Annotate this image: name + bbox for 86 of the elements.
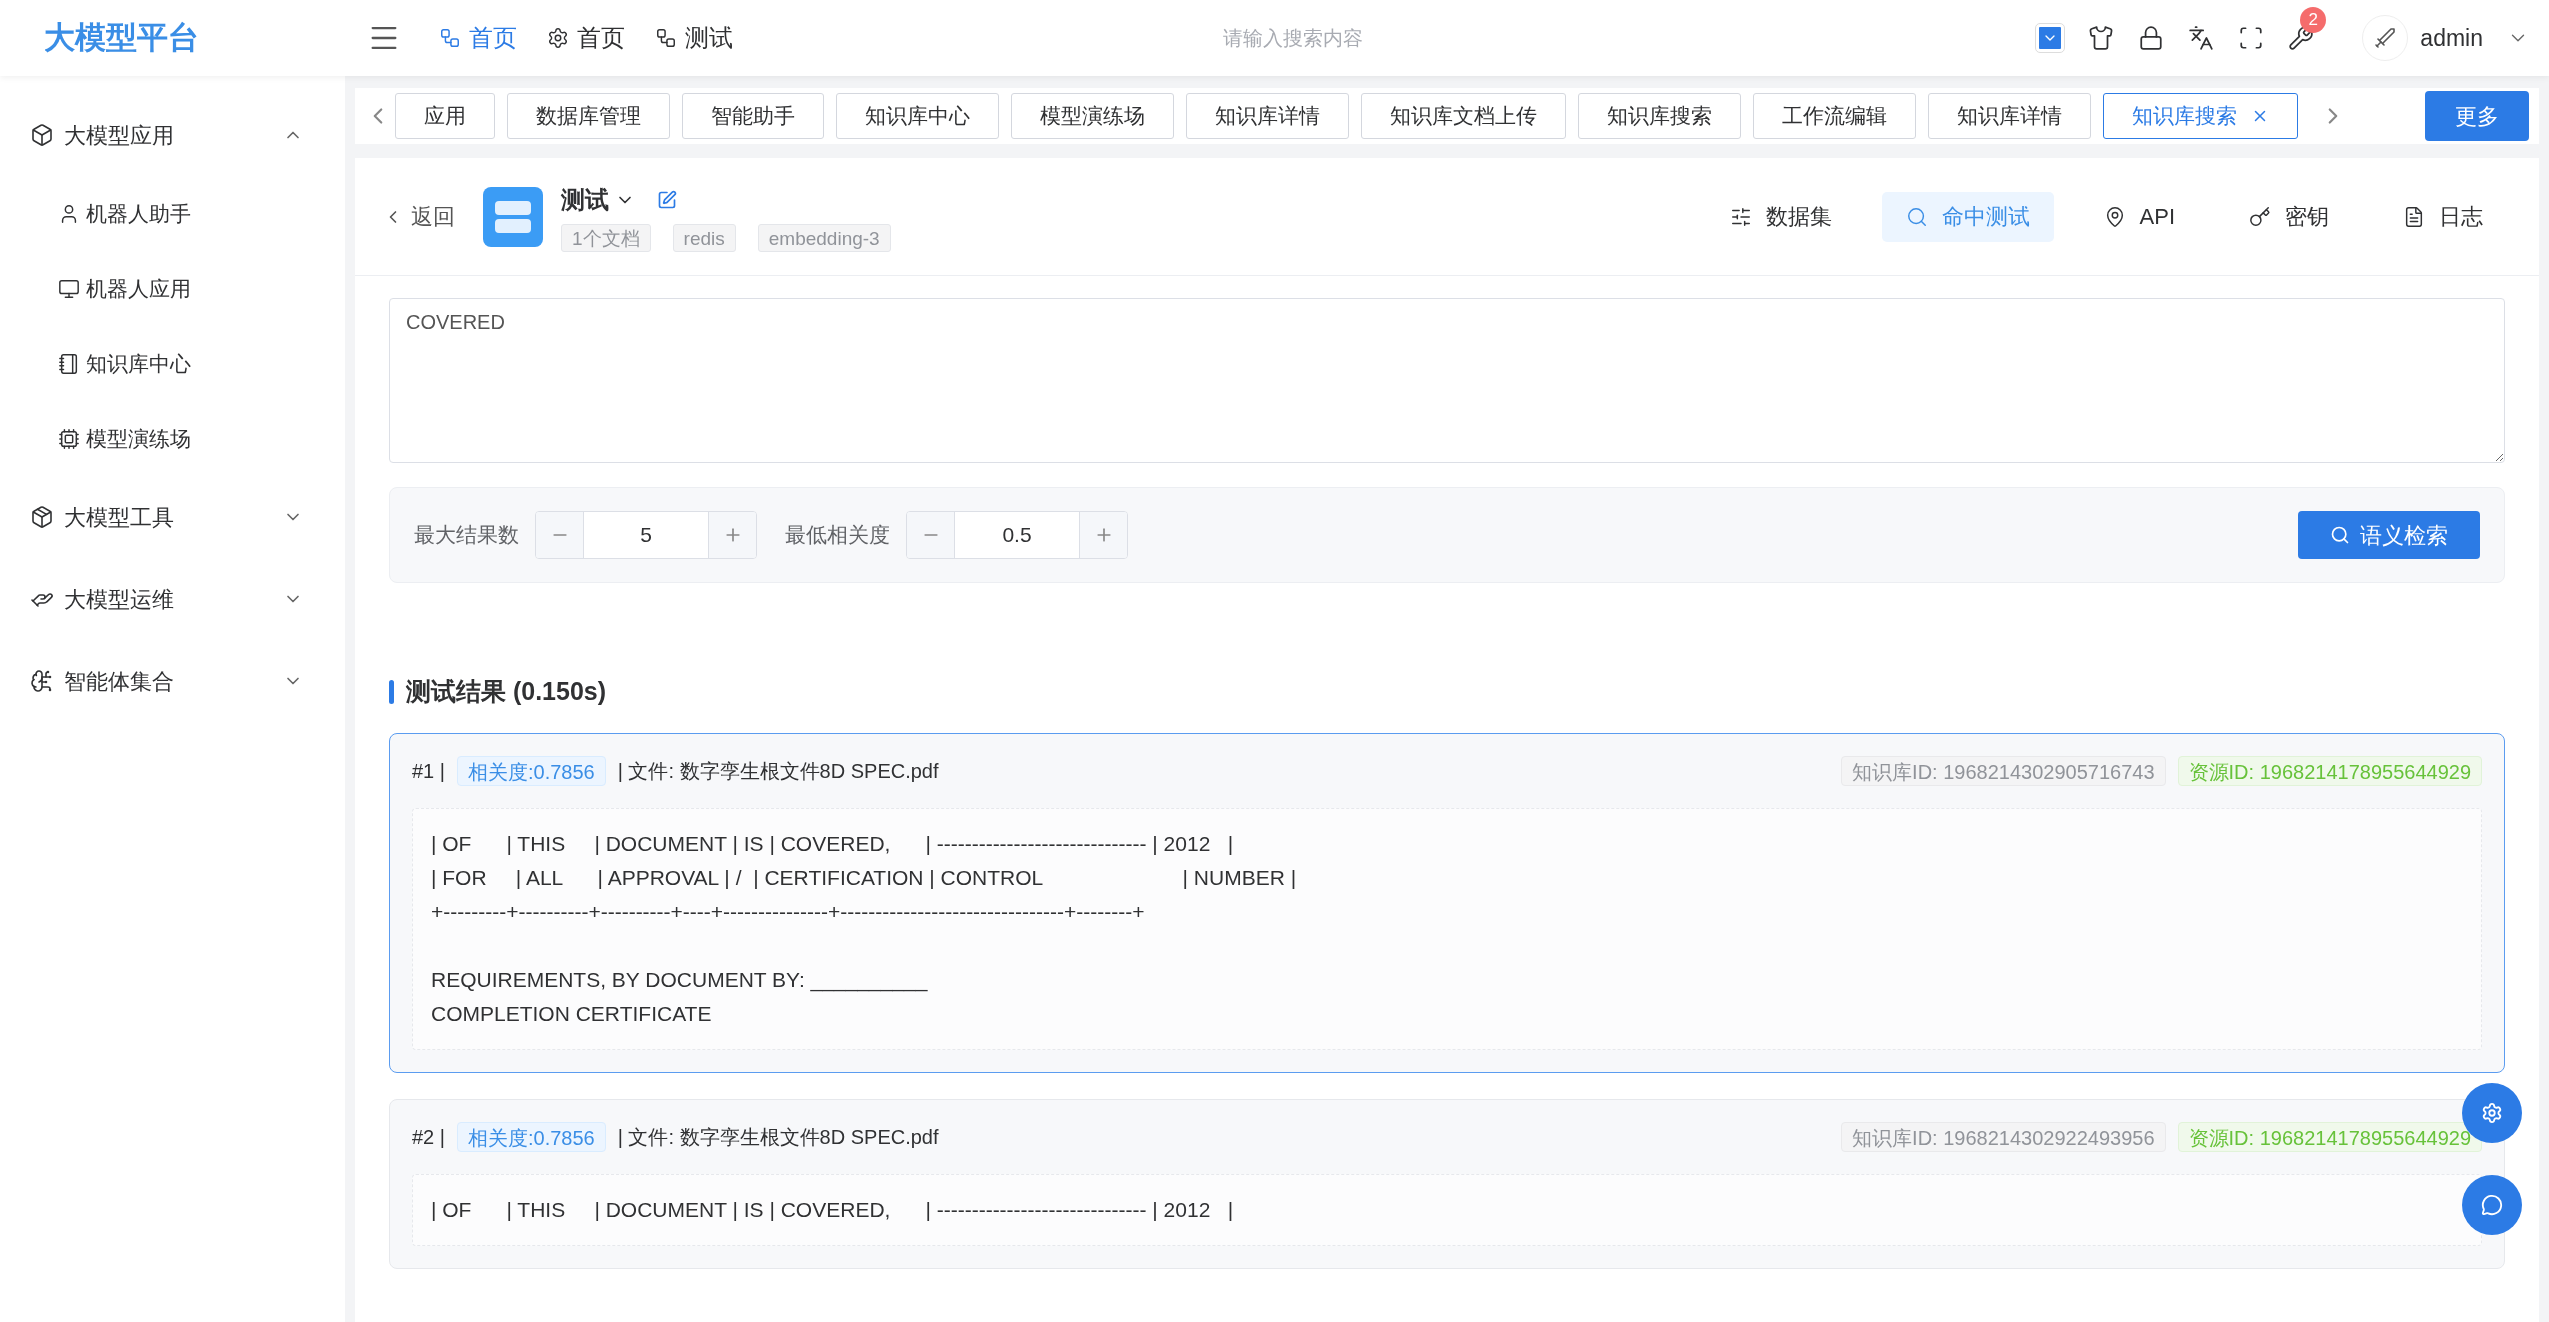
resource-id: 资源ID: 1968214178955644929 [2177,755,2482,786]
query-textarea[interactable]: COVERED [389,298,2505,463]
page-tab[interactable]: 工作流编辑 [1753,93,1916,139]
page-tab[interactable]: 应用 [395,93,495,139]
page-tab[interactable]: 知识库文档上传 [1361,93,1566,139]
view-tab[interactable]: 日志 [2379,191,2507,242]
shirt-icon[interactable] [2088,25,2115,51]
fullscreen-icon[interactable] [2238,25,2265,51]
sidebar-item[interactable]: 知识库中心 [0,326,345,401]
content-line: | OF | THIS | DOCUMENT | IS | COVERED, | ------------------------------ | 2012 | [431,830,1234,857]
sidebar-group[interactable]: 大模型应用 [0,94,345,176]
key-icon [2249,205,2271,228]
more-button[interactable]: 更多 [2425,91,2529,141]
page-tab[interactable]: 智能助手 [682,93,824,139]
result-card[interactable]: #2 | 相关度:0.7856 | 文件: 数字孪生根文件8D SPEC.pdf 知识库ID: 1968214302922493956 资源ID: 1968214178955644929 | OF | THIS | DOCUMENT | IS | COVERED, | ------------------------------ | 2012 | [389,1098,2505,1269]
result-card[interactable] [389,732,2505,1073]
page-tab[interactable]: 知识库详情 [1186,93,1349,139]
search-icon [2330,525,2350,545]
page-tab[interactable]: 知识库详情 [1928,93,2091,139]
back-link[interactable]: 返回 [383,200,455,233]
page-tab[interactable]: 知识库中心 [836,93,999,139]
number-stepper[interactable]: 0.5 [906,511,1128,559]
dataset-tag: 1个文档 [561,223,651,252]
chat-icon [2481,1194,2503,1216]
page-tab[interactable]: 知识库搜索 [1578,93,1741,139]
edit-icon[interactable] [657,189,677,210]
search-field[interactable]: 请输入搜索内容 [1033,23,1553,53]
content-line: COMPLETION CERTIFICATE [431,1000,712,1027]
flow-icon [655,27,677,49]
sidebar-item[interactable]: 模型演练场 [0,401,345,476]
notebook-icon [58,352,80,375]
sidebar-group[interactable]: 大模型工具 [0,476,345,558]
user-name[interactable]: admin [2420,20,2483,56]
flow-icon [439,27,461,49]
view-tab[interactable]: API [2079,191,2199,242]
result-index: #2 | [412,1124,445,1150]
content-line: REQUIREMENTS, BY DOCUMENT BY: __________ [431,966,928,994]
param-label: 最低相关度 [785,522,890,549]
results-title: 测试结果 (0.150s) [406,676,607,707]
app-title: 大模型平台 [44,19,199,55]
chip-icon [58,427,80,450]
sliders-icon [1729,205,1752,228]
nav-link[interactable]: 首页 [439,20,517,56]
monitor-icon [58,277,80,300]
result-index: #1 | [412,758,445,784]
lock-icon[interactable] [2138,25,2165,51]
dataset-tag: redis [672,223,736,252]
search-icon [1905,205,1928,228]
database-icon [483,186,543,247]
sidebar-group[interactable]: 大模型运维 [0,558,345,640]
dataset-tag: embedding-3 [757,223,891,252]
param-label: 最大结果数 [414,522,519,549]
title-accent-bar [389,679,394,704]
wrench-icon[interactable] [2288,25,2315,51]
document-icon [2403,205,2425,228]
relevance-tag: 相关度:0.7856 [457,755,606,786]
dropdown-toggle[interactable] [2036,24,2065,52]
semantic-search-button[interactable]: 语义检索 [2298,511,2480,559]
content-line: | FOR | ALL | APPROVAL | / | CERTIFICATION | CONTROL | NUMBER | [431,864,1297,891]
gear-icon [547,27,569,49]
sidebar-item[interactable]: 机器人助手 [0,176,345,251]
gear-icon [2481,1102,2503,1124]
content-line: +---------+----------+----------+----+---------------+--------------------------------+--------+ [431,898,1145,925]
translate-icon[interactable] [2188,25,2215,51]
resource-id: 资源ID: 1968214178955644929 [2177,1121,2482,1152]
brain-icon [30,669,54,693]
cube-icon [30,123,54,147]
relevance-tag: 相关度:0.7856 [457,1121,606,1152]
number-stepper[interactable]: 5 [535,511,757,559]
page-tab[interactable]: 知识库搜索 [2103,93,2298,139]
nav-link[interactable]: 首页 [547,20,625,56]
knowledge-base-id: 知识库ID: 1968214302922493956 [1841,1121,2166,1152]
content-line: | OF | THIS | DOCUMENT | IS | COVERED, | ------------------------------ | 2012 | [431,1196,1234,1223]
view-tab[interactable]: 密钥 [2225,191,2353,242]
file-name: | 文件: 数字孪生根文件8D SPEC.pdf [617,758,939,784]
package-icon [30,505,54,529]
dataset-name: 测试 [561,184,609,215]
knowledge-base-id: 知识库ID: 1968214302905716743 [1841,755,2166,786]
view-tab[interactable]: 数据集 [1705,191,1856,242]
page-tab[interactable]: 模型演练场 [1011,93,1174,139]
page-tab[interactable]: 数据库管理 [507,93,670,139]
file-name: | 文件: 数字孪生根文件8D SPEC.pdf [617,1124,939,1150]
nav-link[interactable]: 测试 [655,20,733,56]
sidebar-item[interactable]: 机器人应用 [0,251,345,326]
sidebar-group[interactable]: 智能体集合 [0,640,345,722]
notification-badge: 2 [2300,7,2327,33]
